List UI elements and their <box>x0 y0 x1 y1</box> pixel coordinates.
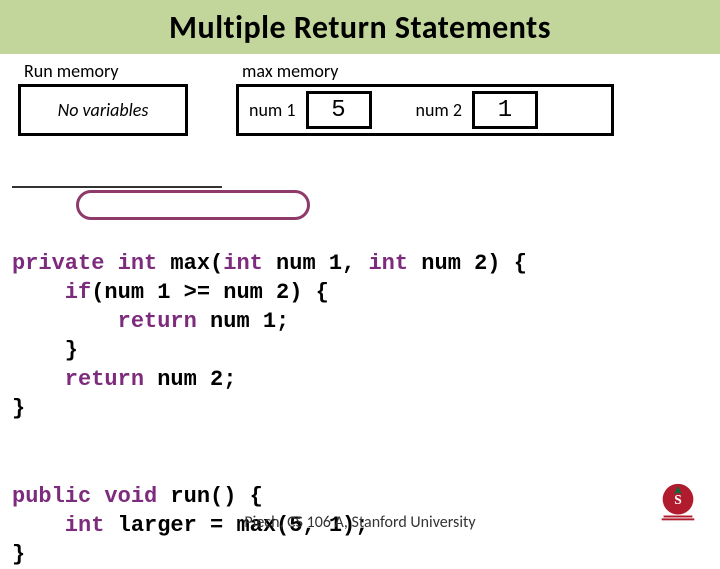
kw-return1: return <box>12 309 197 334</box>
code-txt: } <box>12 338 78 363</box>
kw-int-p2: int <box>368 251 408 276</box>
kw-void: void <box>91 484 157 509</box>
code-txt: num 1; <box>197 309 289 334</box>
run-memory-label: Run memory <box>18 60 118 82</box>
stanford-logo-icon: S <box>654 480 702 528</box>
kw-int-ret: int <box>104 251 157 276</box>
var-num2-label: num 2 <box>416 99 463 121</box>
kw-if: if <box>12 280 91 305</box>
run-memory-box: No variables <box>18 84 188 136</box>
condition-highlight-oval <box>76 190 310 220</box>
max-memory-label: max memory <box>236 60 338 82</box>
code-block-run: public void run() { int larger = max(5, … <box>0 453 720 569</box>
slide-title: Multiple Return Statements <box>169 8 551 47</box>
kw-public: public <box>12 484 91 509</box>
code-txt: num 2) { <box>408 251 527 276</box>
var-num2-value: 1 <box>472 91 538 129</box>
max-memory-box: num 1 5 num 2 1 <box>236 84 614 136</box>
code-txt: num 1, <box>263 251 369 276</box>
code-txt: max( <box>157 251 223 276</box>
code-block-max: private int max(int num 1, int num 2) { … <box>0 162 720 423</box>
code-txt: } <box>12 542 25 567</box>
kw-private: private <box>12 251 104 276</box>
title-bar: Multiple Return Statements <box>0 0 720 54</box>
footer-text: Piech, CS 106 A, Stanford University <box>0 513 720 532</box>
code-txt: (num 1 >= num 2) { <box>91 280 329 305</box>
var-num1-label: num 1 <box>249 99 296 121</box>
code-txt: run() { <box>157 484 263 509</box>
kw-int-p1: int <box>223 251 263 276</box>
kw-return2: return <box>12 367 144 392</box>
run-memory-block: Run memory No variables <box>18 60 188 136</box>
svg-text:S: S <box>674 492 681 507</box>
no-variables-text: No variables <box>58 99 149 121</box>
memory-row: Run memory No variables max memory num 1… <box>0 60 720 136</box>
code-txt: num 2; <box>144 367 236 392</box>
max-memory-block: max memory num 1 5 num 2 1 <box>236 60 614 136</box>
var-num1-value: 5 <box>306 91 372 129</box>
signature-underline <box>12 186 222 188</box>
code-txt: } <box>12 396 25 421</box>
